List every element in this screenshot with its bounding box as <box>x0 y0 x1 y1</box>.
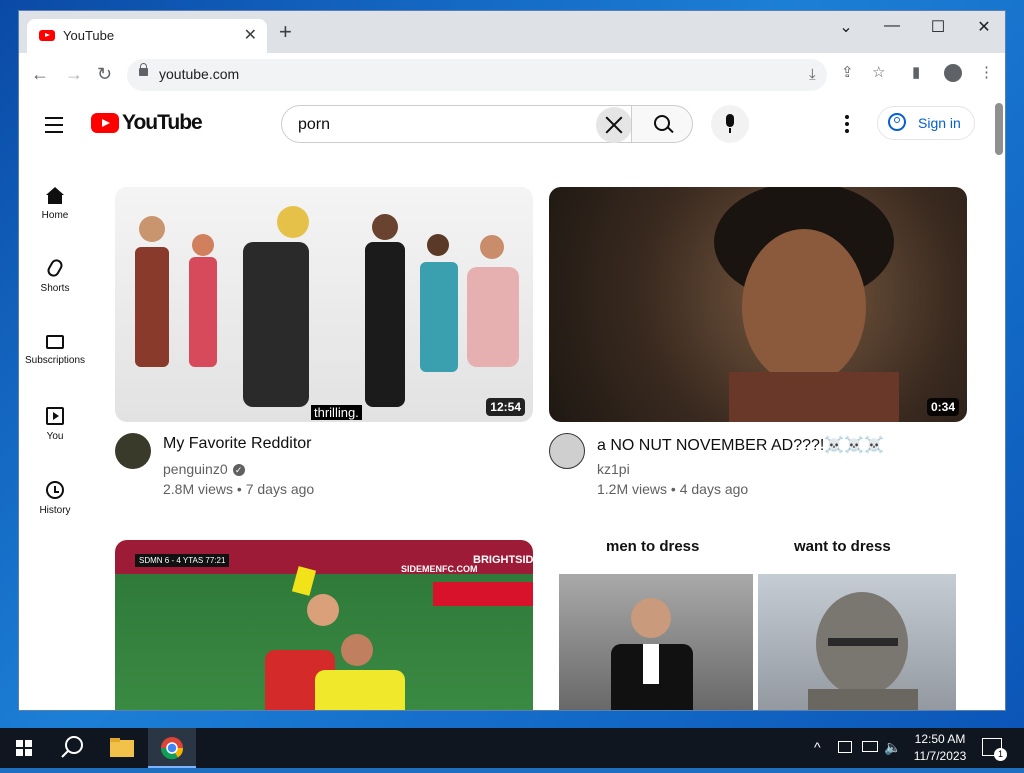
verified-badge-icon: ✓ <box>232 464 245 477</box>
search-input[interactable]: porn <box>281 105 631 143</box>
browser-toolbar: ← → ↻ youtube.com ⤓ ⇪ ☆ ▮ ⋮ <box>19 53 1005 98</box>
chrome-taskbar-button[interactable] <box>148 728 196 768</box>
share-icon[interactable]: ⇪ <box>841 63 854 81</box>
video-thumbnail[interactable]: SDMN 6 - 4 YTAS 77:21 SIDEMENFC.COM BRIG… <box>115 540 533 710</box>
tab-close-icon[interactable]: ✕ <box>244 25 257 45</box>
folder-icon <box>110 738 134 757</box>
minimize-button[interactable]: — <box>877 17 907 35</box>
you-library-icon <box>46 407 64 425</box>
clear-search-button[interactable] <box>596 107 632 143</box>
tab-search-dropdown-icon[interactable]: ⌄ <box>831 17 861 37</box>
search-button[interactable] <box>631 105 693 143</box>
tab-title: YouTube <box>63 28 115 43</box>
sidebar-item-home[interactable]: Home <box>19 187 91 221</box>
video-meta: 1.2M views • 4 days ago <box>597 481 749 497</box>
video-thumbnail[interactable]: 0:34 <box>549 187 967 422</box>
channel-name[interactable]: penguinz0 ✓ <box>163 461 245 477</box>
tray-app-icon[interactable] <box>838 741 852 753</box>
back-button[interactable]: ← <box>31 64 49 85</box>
sidebar-label-home: Home <box>41 210 69 221</box>
sidebar-item-history[interactable]: History <box>19 481 91 516</box>
browser-menu-icon[interactable]: ⋮ <box>979 63 994 81</box>
sidebar-item-you[interactable]: You <box>19 407 91 442</box>
maximize-button[interactable]: ☐ <box>923 17 953 37</box>
video-meta: 2.8M views • 7 days ago <box>163 481 315 497</box>
sidebar-label-shorts: Shorts <box>40 283 70 294</box>
clock-date[interactable]: 11/7/2023 <box>910 749 970 763</box>
channel-name-text[interactable]: penguinz0 <box>163 461 228 477</box>
profile-avatar-icon[interactable] <box>944 64 962 82</box>
taskbar-search-button[interactable] <box>48 728 96 768</box>
browser-window: YouTube ✕ + ⌄ — ☐ ✕ ← → ↻ youtube.com ⤓ … <box>18 10 1006 711</box>
tray-chevron-icon[interactable]: ^ <box>814 739 821 755</box>
start-button[interactable] <box>0 728 48 768</box>
channel-avatar[interactable] <box>115 433 151 469</box>
reload-button[interactable]: ↻ <box>97 64 112 85</box>
sign-in-button[interactable]: Sign in <box>877 106 975 140</box>
side-panel-icon[interactable]: ▮ <box>912 63 920 81</box>
video-title[interactable]: My Favorite Redditor <box>163 435 312 453</box>
windows-logo-icon <box>16 740 32 756</box>
notifications-icon[interactable]: 1 <box>982 738 1007 761</box>
search-query[interactable]: porn <box>298 116 330 134</box>
video-duration: 12:54 <box>486 398 525 416</box>
voice-search-button[interactable] <box>711 105 749 143</box>
chrome-icon <box>160 737 184 760</box>
thumbnail-people-illustration <box>135 206 519 407</box>
bookmark-star-icon[interactable]: ☆ <box>872 63 885 81</box>
sign-in-label: Sign in <box>918 115 961 131</box>
home-icon <box>46 187 64 195</box>
file-explorer-button[interactable] <box>98 728 146 768</box>
video-thumbnail[interactable]: thrilling. 12:54 <box>115 187 533 422</box>
youtube-logo-icon[interactable] <box>91 113 119 133</box>
tab-strip: YouTube ✕ + ⌄ — ☐ ✕ <box>19 11 1005 53</box>
windows-taskbar: ^ 🔈 12:50 AM 11/7/2023 1 <box>0 728 1024 768</box>
sidebar-item-shorts[interactable]: Shorts <box>19 257 91 294</box>
account-circle-icon <box>888 113 906 131</box>
lock-icon[interactable] <box>139 63 148 76</box>
search-icon <box>654 115 670 131</box>
home-icon-base <box>48 195 62 204</box>
channel-avatar[interactable] <box>549 433 585 469</box>
network-icon[interactable] <box>862 741 878 752</box>
menu-hamburger-icon[interactable] <box>45 117 63 138</box>
meme-left-caption: men to dress <box>606 540 700 555</box>
meme-left-image <box>559 574 753 710</box>
search-icon <box>61 736 83 758</box>
meme-right-caption: want to dress <box>794 540 891 555</box>
volume-muted-icon[interactable]: 🔈 <box>884 739 901 756</box>
new-tab-button[interactable]: + <box>279 21 292 43</box>
settings-kebab-icon[interactable] <box>845 115 849 136</box>
youtube-page: YouTube porn Sign in Home Shorts Subscri… <box>19 97 1005 710</box>
microphone-icon <box>726 114 734 133</box>
meme-right-image <box>758 574 956 710</box>
address-bar[interactable]: youtube.com ⤓ <box>127 59 827 91</box>
video-caption: thrilling. <box>311 405 362 420</box>
forward-button[interactable]: → <box>65 64 83 85</box>
clock-time[interactable]: 12:50 AM <box>912 732 968 746</box>
close-window-button[interactable]: ✕ <box>969 17 999 37</box>
page-scrollbar[interactable] <box>995 103 1003 155</box>
youtube-favicon-icon <box>39 30 55 41</box>
thumbnail-person-illustration <box>714 187 899 422</box>
video-duration: 0:34 <box>926 398 959 416</box>
thumbnail-football-illustration <box>265 566 405 710</box>
sidebar-item-subscriptions[interactable]: Subscriptions <box>19 335 91 366</box>
sidebar-label-subscriptions: Subscriptions <box>24 355 86 366</box>
channel-name[interactable]: kz1pi <box>597 461 630 477</box>
video-title[interactable]: a NO NUT NOVEMBER AD???!☠️☠️☠️ <box>597 435 884 455</box>
subscriptions-icon <box>46 335 64 349</box>
video-thumbnail[interactable]: men to dress want to dress <box>549 540 967 710</box>
sidebar-label-you: You <box>46 431 64 442</box>
notification-count-badge: 1 <box>994 748 1007 761</box>
shorts-icon <box>45 257 65 279</box>
url-text[interactable]: youtube.com <box>159 66 239 82</box>
youtube-wordmark[interactable]: YouTube <box>122 111 203 135</box>
install-app-icon[interactable]: ⤓ <box>809 66 816 83</box>
tab-youtube[interactable]: YouTube ✕ <box>27 19 267 53</box>
history-icon <box>46 481 64 499</box>
sidebar-label-history: History <box>39 505 71 516</box>
